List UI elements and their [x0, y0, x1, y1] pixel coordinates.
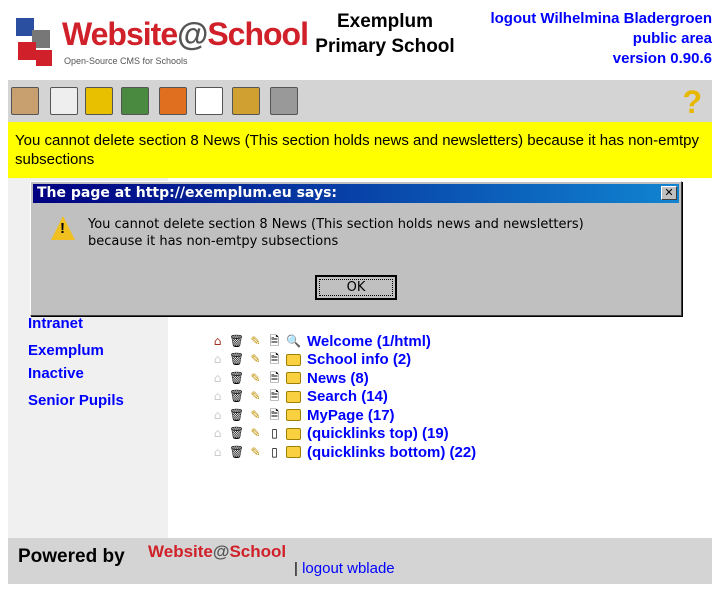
- help-icon[interactable]: ?: [682, 84, 702, 121]
- area-link[interactable]: public area: [490, 29, 712, 49]
- pencil-icon[interactable]: ✎: [248, 389, 263, 404]
- document-icon[interactable]: 🗎: [267, 334, 282, 349]
- trash-icon[interactable]: 🗑: [229, 334, 244, 349]
- document-icon[interactable]: 🗎: [267, 389, 282, 404]
- preview-icon[interactable]: 🔍: [286, 334, 301, 349]
- tree-row: ⌂ 🗑 ✎ ▯ (quicklinks top) (19): [210, 425, 476, 444]
- dialog-title-bar: The page at http://exemplum.eu says: ✕: [33, 184, 679, 203]
- sidebar-item-intranet[interactable]: Intranet: [28, 315, 83, 332]
- stats-icon[interactable]: [232, 87, 260, 115]
- folder-icon[interactable]: [286, 427, 301, 440]
- empty-document-icon[interactable]: ▯: [267, 445, 282, 460]
- modules-icon[interactable]: [121, 87, 149, 115]
- logout-link[interactable]: logout Wilhelmina Bladergroen: [490, 9, 712, 29]
- pencil-icon[interactable]: ✎: [248, 408, 263, 423]
- logo-subtitle: Open-Source CMS for Schools: [64, 56, 188, 66]
- dialog-message: You cannot delete section 8 News (This s…: [88, 217, 584, 249]
- section-link[interactable]: MyPage (17): [307, 407, 395, 424]
- section-tree: ⌂ 🗑 ✎ 🗎 🔍 Welcome (1/html) ⌂ 🗑 ✎ 🗎 School info (2)…: [210, 332, 477, 462]
- folder-icon[interactable]: [286, 446, 301, 459]
- section-link[interactable]: (quicklinks bottom) (22): [307, 444, 476, 461]
- tree-row: ⌂ 🗑 ✎ 🗎 🔍 Welcome (1/html): [210, 332, 476, 351]
- footer: Powered by Website@School | logout wblad…: [8, 538, 712, 584]
- tree-row: ⌂ 🗑 ✎ ▯ (quicklinks bottom) (22): [210, 443, 477, 462]
- tree-row: ⌂ 🗑 ✎ 🗎 School info (2): [210, 351, 476, 370]
- folder-icon[interactable]: [286, 390, 301, 403]
- version-link[interactable]: version 0.90.6: [490, 49, 712, 69]
- site-icon[interactable]: [11, 87, 39, 115]
- trash-icon[interactable]: 🗑: [229, 371, 244, 386]
- home-icon[interactable]: ⌂: [210, 371, 225, 386]
- empty-document-icon[interactable]: ▯: [267, 426, 282, 441]
- sidebar-item-inactive[interactable]: Inactive: [28, 365, 84, 382]
- folder-icon[interactable]: [286, 372, 301, 385]
- tree-row: ⌂ 🗑 ✎ 🗎 Search (14): [210, 388, 476, 407]
- section-link[interactable]: School info (2): [307, 351, 411, 368]
- toolbar: ?: [8, 80, 712, 122]
- home-icon[interactable]: ⌂: [210, 334, 225, 349]
- alert-dialog: The page at http://exemplum.eu says: ✕ ! …: [30, 181, 682, 316]
- tree-row: ⌂ 🗑 ✎ 🗎 MyPage (17): [210, 406, 476, 425]
- close-button[interactable]: ✕: [661, 186, 677, 200]
- section-link[interactable]: (quicklinks top) (19): [307, 425, 449, 442]
- warning-icon: !: [51, 216, 75, 240]
- section-link[interactable]: News (8): [307, 370, 369, 387]
- puzzle-logo-icon: [16, 18, 52, 66]
- folder-icon[interactable]: [286, 409, 301, 422]
- pencil-icon[interactable]: ✎: [248, 371, 263, 386]
- trash-icon[interactable]: 🗑: [229, 352, 244, 367]
- home-icon[interactable]: ⌂: [210, 352, 225, 367]
- powered-by: Powered by: [18, 546, 125, 567]
- page-icon[interactable]: [50, 87, 78, 115]
- ok-button[interactable]: OK: [315, 275, 397, 300]
- users-icon[interactable]: [159, 87, 187, 115]
- document-icon[interactable]: 🗎: [267, 408, 282, 423]
- home-icon[interactable]: ⌂: [210, 426, 225, 441]
- pencil-icon[interactable]: ✎: [248, 352, 263, 367]
- check-icon[interactable]: [195, 87, 223, 115]
- school-name: Exemplum Primary School: [315, 11, 455, 57]
- footer-logo[interactable]: Website@School: [148, 542, 286, 562]
- pencil-icon[interactable]: ✎: [248, 334, 263, 349]
- save-icon[interactable]: [85, 87, 113, 115]
- pencil-icon[interactable]: ✎: [248, 426, 263, 441]
- trash-icon[interactable]: 🗑: [229, 445, 244, 460]
- tools-icon[interactable]: [270, 87, 298, 115]
- pencil-icon[interactable]: ✎: [248, 445, 263, 460]
- trash-icon[interactable]: 🗑: [229, 408, 244, 423]
- header: Website@School Open-Source CMS for Schoo…: [0, 0, 720, 80]
- footer-logout-link[interactable]: logout wblade: [302, 560, 395, 577]
- logo[interactable]: Website@School Open-Source CMS for Schoo…: [14, 12, 309, 72]
- sidebar-item-exemplum[interactable]: Exemplum: [28, 342, 104, 359]
- home-icon[interactable]: ⌂: [210, 389, 225, 404]
- error-message: You cannot delete section 8 News (This s…: [8, 122, 712, 178]
- document-icon[interactable]: 🗎: [267, 371, 282, 386]
- section-link[interactable]: Search (14): [307, 388, 388, 405]
- trash-icon[interactable]: 🗑: [229, 389, 244, 404]
- sidebar-item-senior-pupils[interactable]: Senior Pupils: [28, 392, 124, 409]
- tree-row: ⌂ 🗑 ✎ 🗎 News (8): [210, 369, 476, 388]
- section-link[interactable]: Welcome (1/html): [307, 333, 431, 350]
- home-icon[interactable]: ⌂: [210, 408, 225, 423]
- separator: |: [294, 560, 298, 577]
- folder-icon[interactable]: [286, 353, 301, 366]
- home-icon[interactable]: ⌂: [210, 445, 225, 460]
- document-icon[interactable]: 🗎: [267, 352, 282, 367]
- trash-icon[interactable]: 🗑: [229, 426, 244, 441]
